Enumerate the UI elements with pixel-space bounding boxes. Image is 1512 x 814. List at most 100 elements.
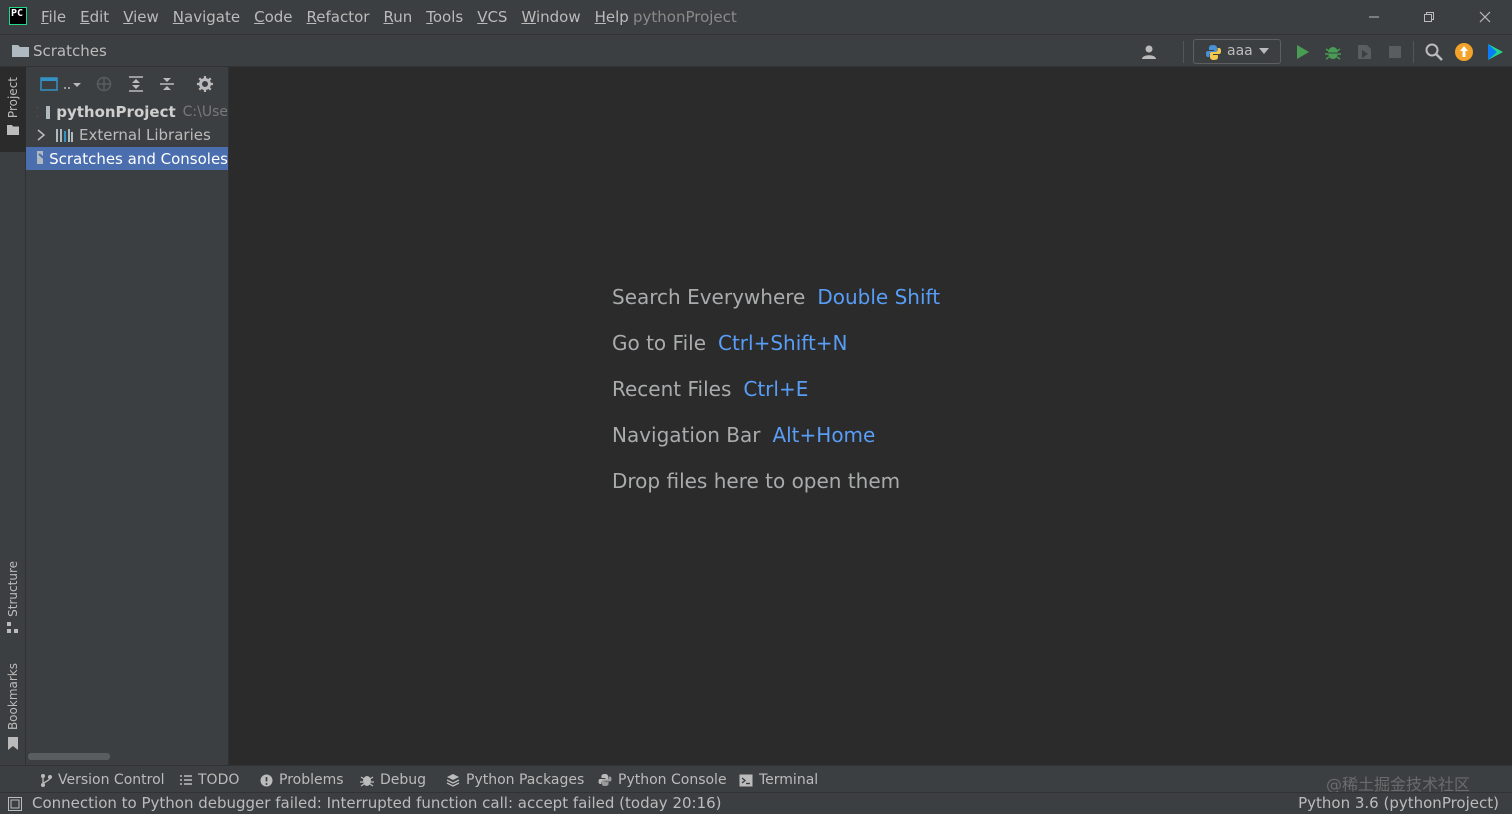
chevron-down-icon [1259,48,1269,54]
tab-terminal[interactable]: Terminal [739,771,818,789]
tab-version-control[interactable]: Version Control [40,771,165,789]
hint-search-everywhere: Search Everywhere Double Shift [612,285,940,309]
select-opened-file-button[interactable] [96,76,112,92]
crosshair-icon [96,76,112,92]
menu-view[interactable]: View [116,8,166,26]
tree-item-external-libraries[interactable]: External Libraries [26,123,228,146]
tab-structure[interactable]: Structure [0,561,26,634]
tab-project[interactable]: Project [0,67,26,152]
search-icon [1425,43,1443,61]
close-icon [1479,11,1491,23]
debug-button[interactable] [1323,42,1343,62]
library-icon [56,128,73,142]
tab-label: Python Packages [466,772,585,788]
folder-icon [7,125,19,136]
restore-icon [1424,12,1434,22]
stop-button[interactable] [1385,42,1405,62]
tool-window-bar: Version Control TODO Problems Debug Pyth… [0,765,1512,794]
tab-label: Python Console [618,772,727,788]
jetbrains-toolbox-button[interactable] [1485,42,1505,62]
hint-action: Go to File [612,331,706,355]
collapse-all-button[interactable] [159,76,175,92]
tab-todo[interactable]: TODO [180,771,239,789]
menu-code[interactable]: Code [247,8,299,26]
tree-item-label: pythonProject [56,102,176,121]
run-button[interactable] [1293,42,1313,62]
expand-all-icon [129,76,143,92]
hint-action: Drop files here to open them [612,469,901,493]
coverage-icon [1358,45,1371,59]
tree-item-pythonproject[interactable]: pythonProject C:\Use [26,100,228,123]
app-icon-text: PC [11,8,24,19]
account-button[interactable] [1140,42,1160,62]
warning-icon [260,774,273,786]
menu-window[interactable]: Window [514,8,587,26]
search-everywhere-button[interactable] [1424,42,1444,62]
hint-action: Search Everywhere [612,285,806,309]
tree-item-path: C:\Use [182,103,228,120]
minimize-button[interactable] [1346,0,1402,34]
hint-action: Recent Files [612,377,732,401]
horizontal-scrollbar[interactable] [28,753,110,760]
menu-run[interactable]: Run [376,8,419,26]
list-icon [180,775,192,785]
hint-shortcut: Ctrl+E [743,377,809,401]
window-title: pythonProject [633,8,737,26]
structure-icon [7,621,18,633]
update-button[interactable] [1454,42,1474,62]
tab-python-packages[interactable]: Python Packages [446,771,584,789]
folder-icon [12,45,29,57]
project-tool-window: pythonProject C:\Use External Libraries … [26,67,229,765]
hint-go-to-file: Go to File Ctrl+Shift+N [612,331,848,355]
gear-icon [197,76,213,92]
menu-edit[interactable]: Edit [73,8,116,26]
minimize-icon [1369,16,1379,18]
layers-icon [446,774,460,787]
tab-label: Problems [279,772,344,788]
tab-label: Terminal [759,772,819,788]
title-bar: PC File Edit View Navigate Code Refactor… [0,0,1512,34]
menu-file[interactable]: File [34,8,73,26]
tab-label: Debug [380,772,427,788]
hint-drop-files: Drop files here to open them [612,469,900,493]
menu-refactor[interactable]: Refactor [300,8,377,26]
coverage-button[interactable] [1354,42,1374,62]
toolbar-separator [1183,41,1184,63]
tab-python-console[interactable]: Python Console [598,771,727,789]
tab-bookmarks[interactable]: Bookmarks [0,663,26,751]
python-icon [1206,45,1221,60]
toolbar-separator [1413,41,1414,63]
tab-project-label: Project [6,77,20,119]
bookmark-icon [8,737,18,751]
hint-shortcut: Ctrl+Shift+N [718,331,848,355]
toggle-tool-windows-icon[interactable] [8,797,22,811]
tab-label: TODO [198,772,240,788]
menu-navigate[interactable]: Navigate [166,8,247,26]
chevron-right-icon [37,106,38,117]
restore-button[interactable] [1401,0,1457,34]
hint-recent-files: Recent Files Ctrl+E [612,377,808,401]
collapse-all-icon [160,78,174,90]
breadcrumb-scratches[interactable]: Scratches [33,42,107,60]
project-view-selector[interactable] [40,76,86,92]
expand-all-button[interactable] [128,76,144,92]
menu-help[interactable]: Help [588,8,636,26]
close-button[interactable] [1457,0,1512,34]
toolbox-icon [1488,44,1503,60]
tree-item-scratches-and-consoles[interactable]: Scratches and Consoles [26,147,228,170]
hint-action: Navigation Bar [612,423,761,447]
hint-navigation-bar: Navigation Bar Alt+Home [612,423,875,447]
stop-icon [1389,46,1401,58]
tab-debug[interactable]: Debug [360,771,426,789]
panel-settings-button[interactable] [197,76,213,92]
folder-icon [45,105,51,119]
pycharm-logo: PC [9,7,27,25]
status-message[interactable]: Connection to Python debugger failed: In… [32,794,722,812]
python-icon [598,774,612,786]
menu-vcs[interactable]: VCS [470,8,514,26]
tab-problems[interactable]: Problems [260,771,344,789]
project-view-icon [40,77,81,91]
python-interpreter-widget[interactable]: Python 3.6 (pythonProject) [1298,794,1499,812]
update-icon [1455,43,1473,61]
menu-tools[interactable]: Tools [419,8,470,26]
